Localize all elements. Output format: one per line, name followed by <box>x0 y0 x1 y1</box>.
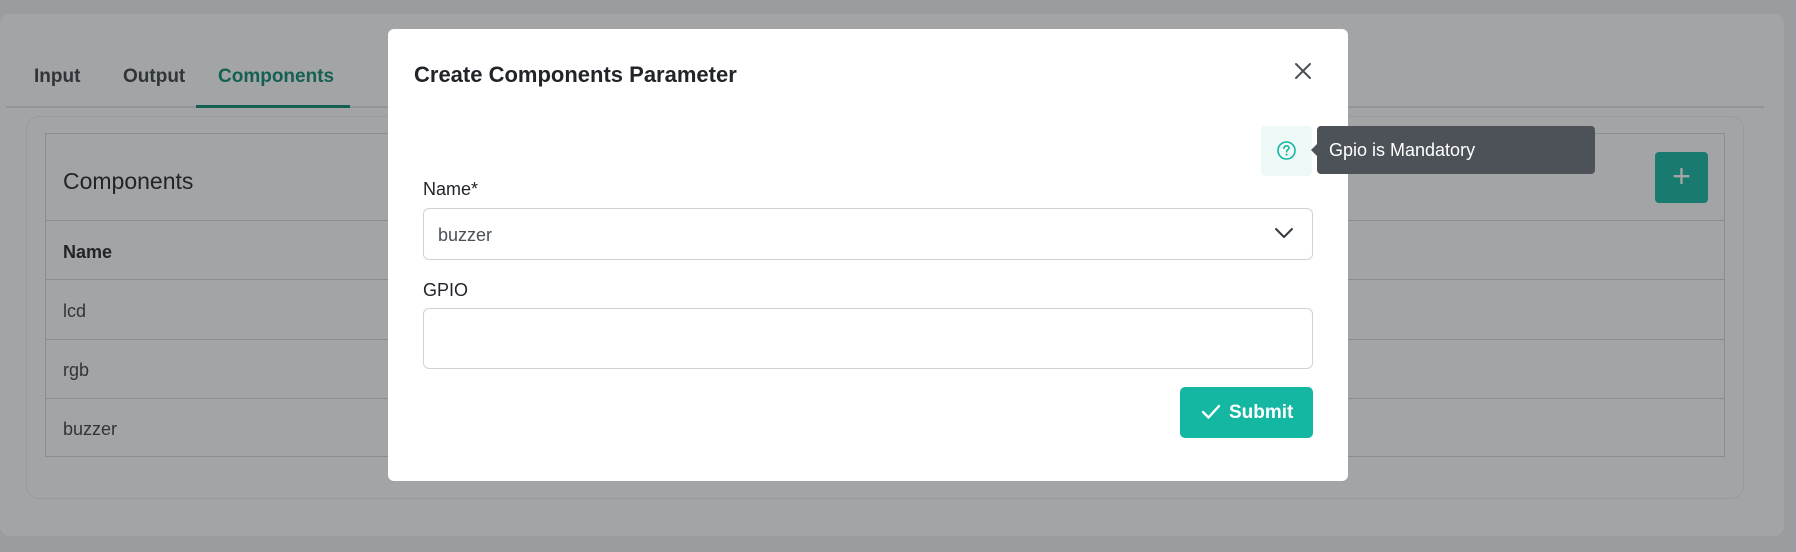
create-components-modal: Create Components Parameter Gpio is Mand… <box>388 29 1595 481</box>
submit-label: Submit <box>1229 402 1294 423</box>
close-icon <box>1295 63 1311 79</box>
modal-title: Create Components Parameter <box>414 62 737 87</box>
name-select[interactable]: buzzer <box>423 208 1313 260</box>
gpio-label: GPIO <box>423 280 469 300</box>
help-button[interactable] <box>1261 126 1312 176</box>
name-label: Name* <box>423 179 479 199</box>
submit-button[interactable]: Submit <box>1180 387 1313 438</box>
close-button[interactable] <box>1291 59 1315 83</box>
chevron-down-icon <box>1275 228 1293 238</box>
name-select-value: buzzer <box>438 225 493 245</box>
help-tooltip: Gpio is Mandatory <box>1311 126 1595 174</box>
gpio-input[interactable] <box>423 308 1313 369</box>
page: Input Output Components Components + Nam… <box>0 0 1796 552</box>
question-circle-icon <box>1277 141 1296 160</box>
check-icon <box>1201 404 1221 419</box>
